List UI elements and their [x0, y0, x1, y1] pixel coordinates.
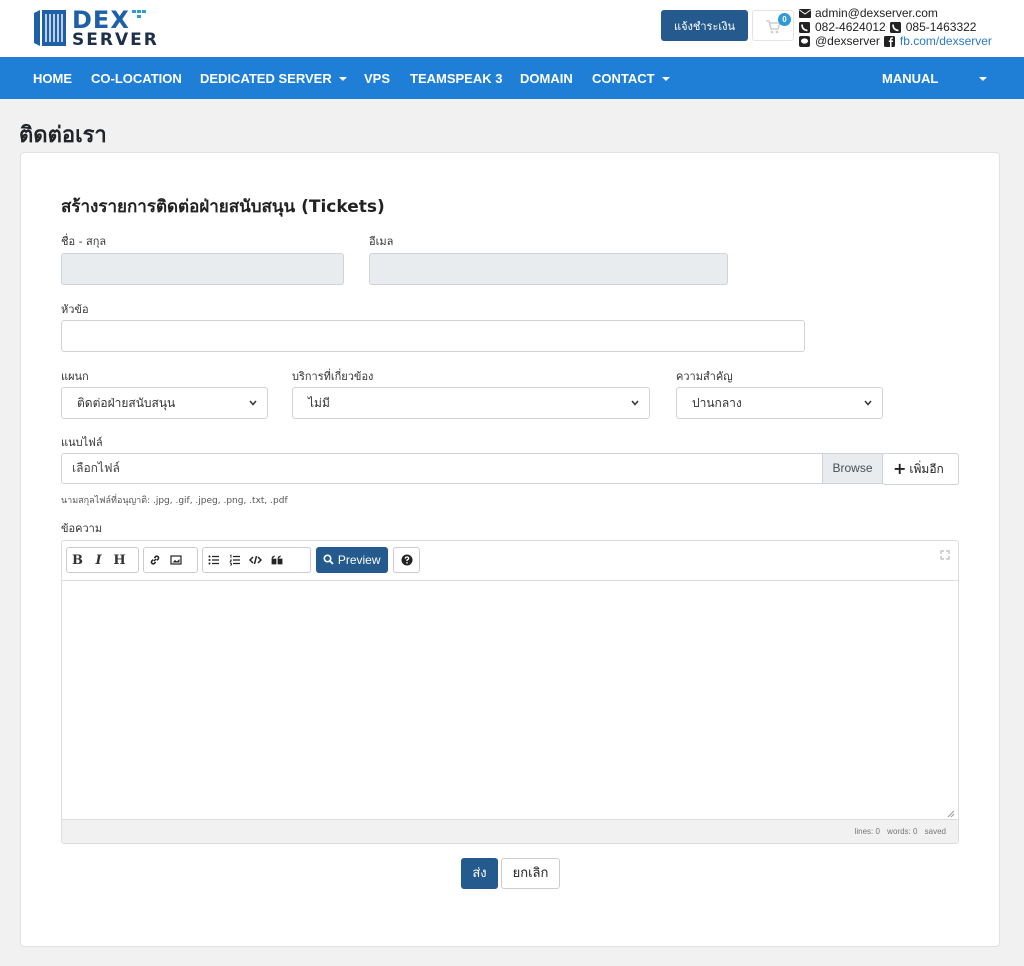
contact-facebook-link[interactable]: fb.com/dexserver	[900, 34, 992, 48]
department-label: แผนก	[61, 370, 89, 383]
image-button[interactable]	[165, 548, 186, 572]
cart-button[interactable]: 0	[752, 10, 794, 41]
contact-info: admin@dexserver.com 082-4624012 085-1463…	[799, 6, 1019, 48]
bullet-list-icon	[208, 555, 219, 565]
subject-input[interactable]	[61, 320, 805, 352]
dexserver-logo[interactable]: DEX SERVER	[32, 6, 157, 49]
help-button[interactable]	[393, 547, 420, 573]
image-icon	[169, 555, 182, 565]
contact-phone-2[interactable]: 085-1463322	[906, 20, 977, 34]
nav-colocation[interactable]: CO-LOCATION	[91, 57, 182, 99]
nav-dedicated-server[interactable]: DEDICATED SERVER	[200, 57, 347, 99]
file-input[interactable]: เลือกไฟล์ Browse	[61, 453, 883, 484]
server-rack-icon	[34, 10, 66, 46]
editor-statusbar: lines: 0 words: 0 saved	[62, 819, 958, 843]
unordered-list-button[interactable]	[203, 548, 224, 572]
main-navbar: HOME CO-LOCATION DEDICATED SERVER VPS TE…	[0, 57, 1024, 99]
add-more-label: เพิ่มอีก	[909, 462, 944, 476]
numbered-list-icon	[228, 554, 240, 566]
priority-value: ปานกลาง	[692, 396, 742, 410]
service-select[interactable]: ไม่มี	[292, 387, 650, 419]
preview-label: Preview	[337, 553, 381, 567]
cancel-button[interactable]: ยกเลิก	[501, 858, 560, 889]
form-heading: สร้างรายการติดต่อฝ่ายสนับสนุน (Tickets)	[61, 197, 385, 217]
name-field[interactable]	[61, 253, 344, 285]
line-icon	[799, 35, 810, 47]
italic-button[interactable]: I	[88, 548, 109, 572]
nav-manual-dropdown[interactable]	[972, 57, 987, 99]
attachment-label: แนบไฟล์	[61, 436, 103, 449]
message-textarea[interactable]	[62, 582, 958, 819]
nav-vps[interactable]: VPS	[364, 57, 390, 99]
facebook-icon	[883, 35, 895, 47]
contact-email[interactable]: admin@dexserver.com	[815, 6, 938, 20]
link-icon	[150, 555, 159, 565]
brand-bottom: SERVER	[72, 30, 159, 50]
resize-handle-icon[interactable]	[947, 810, 955, 818]
status-lines: lines: 0	[854, 827, 880, 836]
priority-label: ความสำคัญ	[676, 370, 733, 383]
contact-phone-1[interactable]: 082-4624012	[815, 20, 886, 34]
chevron-down-icon	[631, 400, 639, 406]
browse-button[interactable]: Browse	[822, 454, 882, 483]
nav-domain[interactable]: DOMAIN	[520, 57, 573, 99]
plus-icon: +	[893, 459, 907, 478]
subject-label: หัวข้อ	[61, 303, 89, 316]
service-label: บริการที่เกี่ยวข้อง	[292, 370, 374, 383]
format-button-group: B I H	[66, 547, 139, 573]
envelope-icon	[799, 8, 811, 18]
phone-icon	[889, 21, 901, 33]
code-icon	[249, 555, 262, 565]
bold-button[interactable]: B	[67, 548, 88, 572]
priority-select[interactable]: ปานกลาง	[676, 387, 883, 419]
top-header: DEX SERVER แจ้งชำระเงิน 0 admin@dexserve…	[0, 0, 1024, 57]
email-field[interactable]	[369, 253, 728, 285]
message-label: ข้อความ	[61, 522, 103, 535]
nav-teamspeak[interactable]: TEAMSPEAK 3	[410, 57, 502, 99]
brand-top: DEX	[72, 6, 130, 34]
email-label: อีเมล	[369, 235, 394, 248]
block-button-group	[202, 547, 311, 573]
status-saved: saved	[924, 827, 946, 836]
caret-down-icon	[979, 77, 987, 81]
nav-dedicated-label: DEDICATED SERVER	[200, 71, 332, 86]
nav-contact[interactable]: CONTACT	[592, 57, 670, 99]
nav-home[interactable]: HOME	[33, 57, 72, 99]
heading-button[interactable]: H	[109, 548, 130, 572]
caret-down-icon	[661, 77, 670, 81]
phone-icon	[799, 21, 810, 33]
chevron-down-icon	[249, 400, 257, 406]
submit-button[interactable]: ส่ง	[461, 858, 498, 889]
quote-icon	[271, 555, 282, 565]
ordered-list-button[interactable]	[224, 548, 245, 572]
quote-button[interactable]	[266, 548, 287, 572]
file-placeholder: เลือกไฟล์	[72, 461, 120, 475]
insert-button-group	[143, 547, 198, 573]
service-value: ไม่มี	[308, 396, 330, 410]
add-more-button[interactable]: + เพิ่มอีก	[882, 453, 959, 485]
code-button[interactable]	[245, 548, 266, 572]
chevron-down-icon	[864, 400, 872, 406]
cart-count-badge: 0	[778, 13, 791, 26]
nav-manual[interactable]: MANUAL	[882, 57, 938, 99]
name-label: ชื่อ - สกุล	[61, 235, 107, 248]
brand-dots-icon	[132, 10, 146, 18]
caret-down-icon	[338, 77, 347, 81]
preview-button[interactable]: Preview	[316, 547, 388, 573]
markdown-editor: B I H Preview lines: 0 words: 0 saved	[61, 540, 959, 844]
editor-toolbar: B I H Preview	[62, 541, 958, 581]
payment-notify-button[interactable]: แจ้งชำระเงิน	[661, 10, 748, 41]
link-button[interactable]	[144, 548, 165, 572]
fullscreen-icon[interactable]	[940, 550, 950, 560]
allowed-extensions-hint: นามสกุลไฟล์ที่อนุญาติ: .jpg, .gif, .jpeg…	[61, 496, 288, 506]
question-circle-icon	[401, 554, 412, 566]
page-title: ติดต่อเรา	[19, 123, 107, 148]
nav-contact-label: CONTACT	[592, 71, 655, 86]
status-words: words: 0	[887, 827, 918, 836]
department-value: ติดต่อฝ่ายสนับสนุน	[77, 396, 176, 410]
department-select[interactable]: ติดต่อฝ่ายสนับสนุน	[61, 387, 268, 419]
search-icon	[323, 554, 335, 565]
contact-line[interactable]: @dexserver	[815, 34, 880, 48]
